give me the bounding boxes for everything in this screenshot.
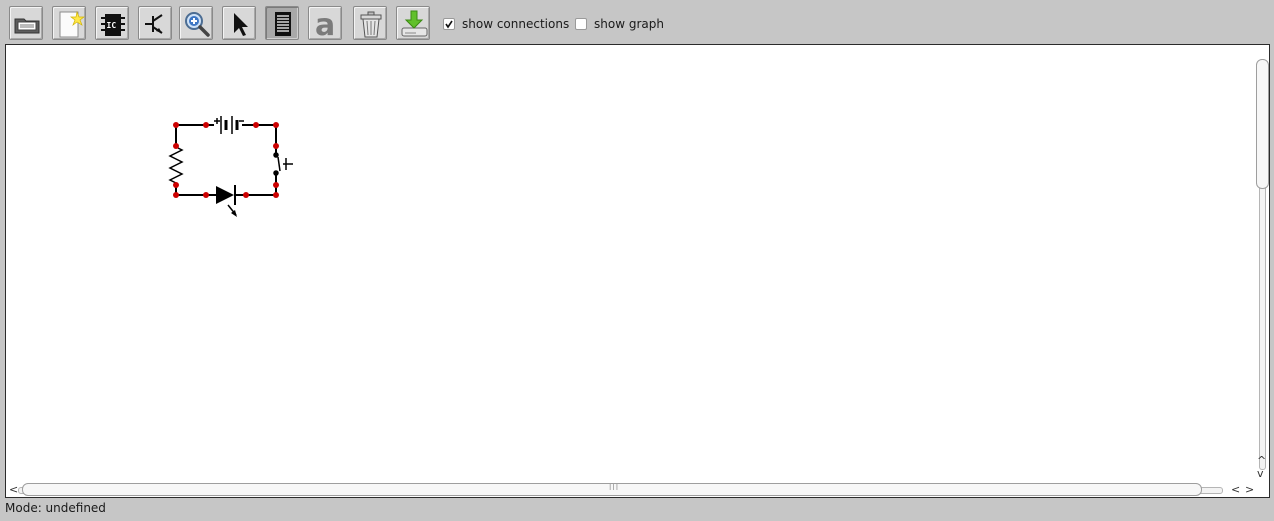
connection-node[interactable]: [273, 182, 279, 188]
text-a-icon: a: [315, 8, 335, 40]
select-button[interactable]: [222, 6, 256, 40]
scroll-left-icon[interactable]: <: [9, 484, 18, 495]
connection-node[interactable]: [203, 192, 209, 198]
vertical-scrollbar[interactable]: ^ v: [1254, 45, 1269, 482]
status-bar: Mode: undefined: [5, 501, 106, 515]
toolbar: IC a show connections show graph: [0, 0, 1274, 44]
ic-chip-text: IC: [107, 21, 117, 30]
connection-node[interactable]: [173, 143, 179, 149]
show-connections-label: show connections: [462, 17, 570, 31]
checkmark-icon: [445, 20, 453, 29]
switch-symbol: [273, 152, 293, 176]
scroll-grip-icon: III: [609, 483, 620, 492]
text-button[interactable]: a: [308, 6, 342, 40]
connection-node[interactable]: [173, 122, 179, 128]
open-button[interactable]: [9, 6, 43, 40]
scroll-left-icon[interactable]: <: [1231, 484, 1240, 495]
text-tool-glyph: a: [315, 8, 335, 40]
zoom-button[interactable]: [179, 6, 213, 40]
transistor-icon: [145, 14, 163, 34]
show-connections-toggle[interactable]: show connections: [443, 16, 569, 32]
new-button[interactable]: [52, 6, 86, 40]
show-graph-checkbox[interactable]: [575, 18, 587, 30]
download-icon: [401, 10, 428, 37]
connection-node[interactable]: [173, 192, 179, 198]
connection-node[interactable]: [273, 122, 279, 128]
new-document-icon: [59, 10, 86, 38]
battery-symbol: [214, 116, 244, 134]
scroll-down-icon[interactable]: v: [1257, 468, 1264, 479]
horizontal-scrollbar[interactable]: < III < >: [6, 482, 1269, 497]
show-graph-toggle[interactable]: show graph: [575, 16, 664, 32]
vertical-scroll-thumb[interactable]: [1256, 59, 1269, 189]
show-graph-label: show graph: [594, 17, 664, 31]
ic-chip-icon: IC: [101, 14, 125, 36]
connection-node[interactable]: [273, 192, 279, 198]
trash-icon: [360, 11, 382, 38]
scroll-right-icon[interactable]: >: [1245, 484, 1254, 495]
circuit-diagram: [168, 116, 293, 217]
connection-node[interactable]: [203, 122, 209, 128]
resistor-symbol: [168, 146, 184, 184]
zoom-in-icon: [185, 12, 210, 37]
save-button[interactable]: [396, 6, 430, 40]
connection-node[interactable]: [253, 122, 259, 128]
transistor-button[interactable]: [138, 6, 172, 40]
connection-node[interactable]: [173, 182, 179, 188]
circuit-canvas[interactable]: ^ v < III < >: [5, 44, 1270, 498]
scroll-up-icon[interactable]: ^: [1257, 455, 1266, 466]
show-connections-checkbox[interactable]: [443, 18, 455, 30]
led-symbol: [216, 185, 237, 217]
wire-icon: [275, 12, 291, 36]
folder-icon: [14, 18, 40, 34]
horizontal-scroll-thumb[interactable]: III: [22, 483, 1202, 496]
ic-button[interactable]: IC: [95, 6, 129, 40]
connection-node[interactable]: [243, 192, 249, 198]
delete-button[interactable]: [353, 6, 387, 40]
wire-button[interactable]: [265, 6, 299, 40]
pointer-arrow-icon: [234, 13, 248, 36]
connection-nodes: [173, 122, 279, 198]
connection-node[interactable]: [273, 143, 279, 149]
